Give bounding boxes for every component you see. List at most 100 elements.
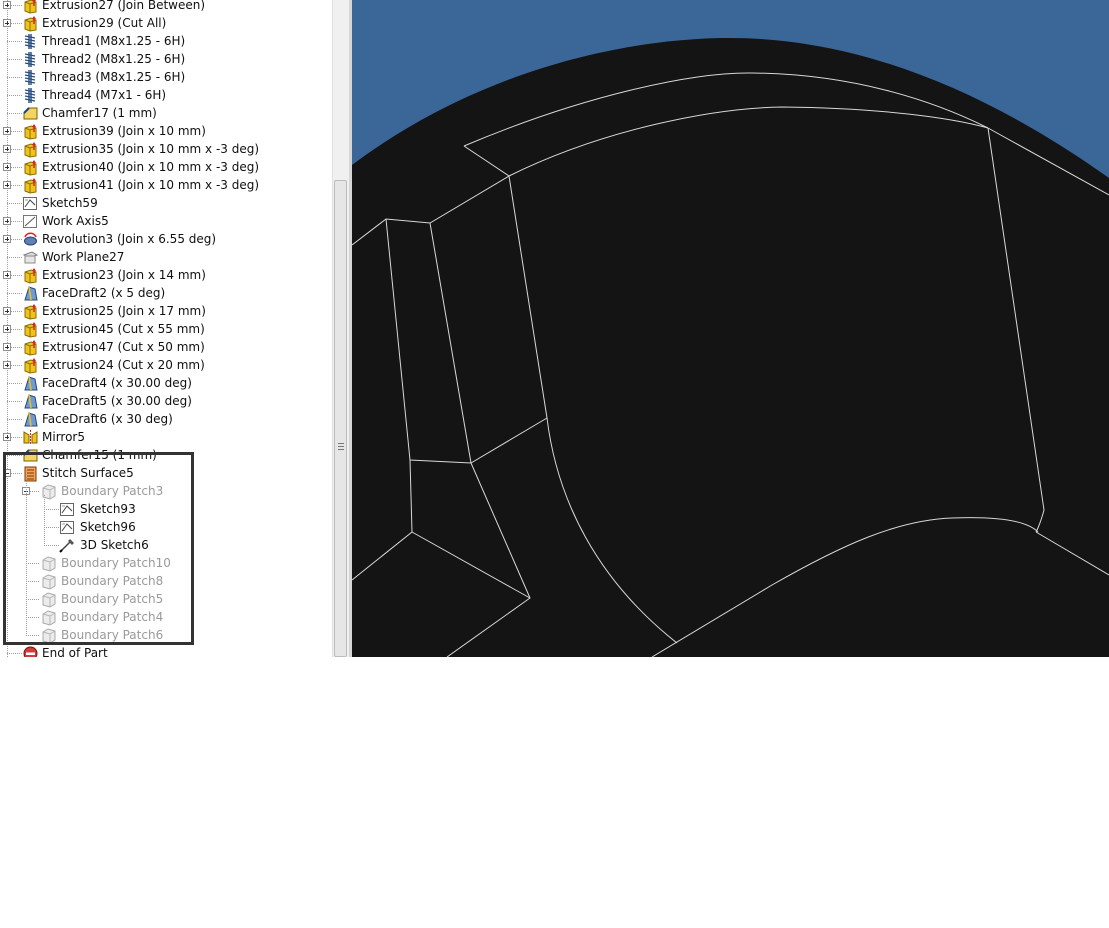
tree-guide-line bbox=[7, 113, 22, 114]
model-browser-tree[interactable]: Extrusion27 (Join Between) Extrusion29 (C… bbox=[0, 0, 332, 657]
boundary-patch-icon bbox=[40, 591, 57, 608]
browser-item[interactable]: FaceDraft5 (x 30.00 deg) bbox=[0, 393, 332, 411]
browser-item[interactable]: Chamfer17 (1 mm) bbox=[0, 105, 332, 123]
browser-item[interactable]: Extrusion40 (Join x 10 mm x -3 deg) bbox=[0, 159, 332, 177]
browser-item[interactable]: Extrusion29 (Cut All) bbox=[0, 15, 332, 33]
tree-guide-line bbox=[7, 41, 22, 42]
browser-item[interactable]: Work Axis5 bbox=[0, 213, 332, 231]
browser-item[interactable]: Sketch59 bbox=[0, 195, 332, 213]
boundary-patch-icon bbox=[40, 573, 57, 590]
face-draft-icon bbox=[22, 285, 39, 302]
expand-toggle[interactable] bbox=[3, 163, 11, 171]
browser-item[interactable]: Boundary Patch6 bbox=[0, 627, 332, 645]
graphics-viewport[interactable] bbox=[352, 0, 1109, 657]
expand-toggle[interactable] bbox=[3, 307, 11, 315]
tree-guide-line bbox=[26, 617, 40, 618]
extrusion-icon bbox=[22, 141, 39, 158]
chamfer-icon bbox=[22, 447, 39, 464]
browser-item[interactable]: Thread2 (M8x1.25 - 6H) bbox=[0, 51, 332, 69]
browser-item-label: Boundary Patch5 bbox=[61, 592, 164, 606]
sketch-icon bbox=[59, 501, 76, 518]
expand-toggle[interactable] bbox=[3, 181, 11, 189]
browser-item-label: Boundary Patch8 bbox=[61, 574, 164, 588]
browser-item[interactable]: End of Part bbox=[0, 645, 332, 657]
browser-item-label: Stitch Surface5 bbox=[42, 466, 134, 480]
browser-item[interactable]: Extrusion23 (Join x 14 mm) bbox=[0, 267, 332, 285]
browser-item[interactable]: Boundary Patch4 bbox=[0, 609, 332, 627]
browser-item[interactable]: Thread3 (M8x1.25 - 6H) bbox=[0, 69, 332, 87]
browser-item[interactable]: Extrusion47 (Cut x 50 mm) bbox=[0, 339, 332, 357]
expand-toggle[interactable] bbox=[3, 127, 11, 135]
browser-item-label: Mirror5 bbox=[42, 430, 85, 444]
browser-item[interactable]: Thread1 (M8x1.25 - 6H) bbox=[0, 33, 332, 51]
thread-icon bbox=[22, 69, 39, 86]
browser-item[interactable]: Sketch93 bbox=[0, 501, 332, 519]
scrollbar-thumb[interactable] bbox=[334, 180, 347, 657]
tree-guide-line bbox=[26, 477, 27, 635]
boundary-patch-icon bbox=[40, 555, 57, 572]
browser-item-label: Chamfer15 (1 mm) bbox=[42, 448, 157, 462]
expand-toggle[interactable] bbox=[3, 217, 11, 225]
thread-icon bbox=[22, 87, 39, 104]
expand-toggle[interactable] bbox=[3, 343, 11, 351]
mirror-icon bbox=[22, 429, 39, 446]
browser-item-label: Extrusion41 (Join x 10 mm x -3 deg) bbox=[42, 178, 260, 192]
browser-item-label: FaceDraft4 (x 30.00 deg) bbox=[42, 376, 192, 390]
expand-toggle[interactable] bbox=[3, 271, 11, 279]
browser-item[interactable]: Chamfer15 (1 mm) bbox=[0, 447, 332, 465]
browser-item[interactable]: Boundary Patch10 bbox=[0, 555, 332, 573]
browser-item[interactable]: Mirror5 bbox=[0, 429, 332, 447]
extrusion-icon bbox=[22, 267, 39, 284]
stitch-surface-icon bbox=[22, 465, 39, 482]
browser-item[interactable]: Boundary Patch3 bbox=[0, 483, 332, 501]
browser-scrollbar[interactable] bbox=[332, 0, 349, 657]
browser-item[interactable]: Thread4 (M7x1 - 6H) bbox=[0, 87, 332, 105]
browser-item[interactable]: Sketch96 bbox=[0, 519, 332, 537]
browser-item[interactable]: Extrusion41 (Join x 10 mm x -3 deg) bbox=[0, 177, 332, 195]
browser-item[interactable]: Extrusion27 (Join Between) bbox=[0, 0, 332, 15]
browser-item-label: FaceDraft6 (x 30 deg) bbox=[42, 412, 173, 426]
tree-guide-line bbox=[44, 509, 59, 510]
expand-toggle[interactable] bbox=[3, 19, 11, 27]
browser-item[interactable]: 3D Sketch6 bbox=[0, 537, 332, 555]
browser-item[interactable]: Extrusion35 (Join x 10 mm x -3 deg) bbox=[0, 141, 332, 159]
extrusion-icon bbox=[22, 339, 39, 356]
browser-item[interactable]: FaceDraft2 (x 5 deg) bbox=[0, 285, 332, 303]
expand-toggle[interactable] bbox=[3, 145, 11, 153]
browser-item-label: Sketch59 bbox=[42, 196, 98, 210]
browser-item[interactable]: Extrusion39 (Join x 10 mm) bbox=[0, 123, 332, 141]
browser-item[interactable]: Extrusion24 (Cut x 20 mm) bbox=[0, 357, 332, 375]
expand-toggle[interactable] bbox=[3, 433, 11, 441]
end-of-part-icon bbox=[22, 645, 39, 657]
browser-item-label: Extrusion27 (Join Between) bbox=[42, 0, 206, 12]
tree-guide-line bbox=[44, 527, 59, 528]
work-axis-icon bbox=[22, 213, 39, 230]
face-draft-icon bbox=[22, 411, 39, 428]
expand-toggle[interactable] bbox=[3, 361, 11, 369]
browser-item[interactable]: Work Plane27 bbox=[0, 249, 332, 267]
tree-guide-line bbox=[44, 495, 45, 545]
browser-item[interactable]: Extrusion45 (Cut x 55 mm) bbox=[0, 321, 332, 339]
browser-item[interactable]: FaceDraft6 (x 30 deg) bbox=[0, 411, 332, 429]
expand-toggle[interactable] bbox=[3, 325, 11, 333]
browser-item[interactable]: Extrusion25 (Join x 17 mm) bbox=[0, 303, 332, 321]
browser-item-label: Extrusion35 (Join x 10 mm x -3 deg) bbox=[42, 142, 260, 156]
browser-item[interactable]: Boundary Patch8 bbox=[0, 573, 332, 591]
browser-item-label: Extrusion29 (Cut All) bbox=[42, 16, 167, 30]
browser-item-label: Boundary Patch4 bbox=[61, 610, 164, 624]
browser-item-label: Chamfer17 (1 mm) bbox=[42, 106, 157, 120]
chamfer-icon bbox=[22, 105, 39, 122]
model-surface bbox=[352, 37, 1109, 657]
browser-item[interactable]: Revolution3 (Join x 6.55 deg) bbox=[0, 231, 332, 249]
expand-toggle[interactable] bbox=[3, 1, 11, 9]
face-draft-icon bbox=[22, 393, 39, 410]
browser-item[interactable]: Stitch Surface5 bbox=[0, 465, 332, 483]
boundary-patch-icon bbox=[40, 627, 57, 644]
browser-item[interactable]: FaceDraft4 (x 30.00 deg) bbox=[0, 375, 332, 393]
browser-item[interactable]: Boundary Patch5 bbox=[0, 591, 332, 609]
browser-item-label: Thread3 (M8x1.25 - 6H) bbox=[42, 70, 186, 84]
collapse-toggle[interactable] bbox=[3, 469, 11, 477]
expand-toggle[interactable] bbox=[3, 235, 11, 243]
browser-item-label: Sketch93 bbox=[80, 502, 136, 516]
tree-guide-line bbox=[7, 419, 22, 420]
